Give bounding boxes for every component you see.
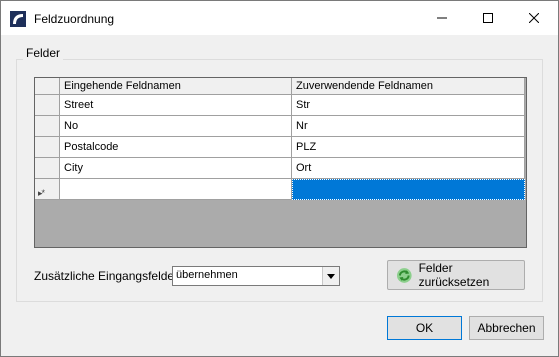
grid-header-row: Eingehende Feldnamen Zuverwendende Feldn…	[35, 78, 525, 95]
window-title: Feldzuordnung	[34, 12, 115, 26]
extra-fields-label: Zusätzliche Eingangsfelder	[34, 269, 179, 283]
table-row[interactable]: Postalcode PLZ	[35, 137, 525, 158]
chevron-down-icon	[327, 273, 335, 279]
field-mapping-grid[interactable]: Eingehende Feldnamen Zuverwendende Feldn…	[34, 77, 527, 248]
new-target-field-cell-selected[interactable]	[292, 179, 525, 200]
fields-group-label: Felder	[23, 46, 64, 60]
close-icon	[529, 13, 539, 23]
maximize-button[interactable]	[465, 1, 511, 35]
new-row[interactable]: ▸*	[35, 179, 525, 200]
table-row[interactable]: No Nr	[35, 116, 525, 137]
close-button[interactable]	[511, 1, 557, 35]
row-header[interactable]	[35, 95, 60, 116]
incoming-field-cell[interactable]: City	[60, 158, 292, 179]
table-row[interactable]: City Ort	[35, 158, 525, 179]
refresh-icon	[396, 267, 412, 283]
app-icon	[10, 11, 26, 27]
incoming-field-cell[interactable]: Street	[60, 95, 292, 116]
dialog-window: Feldzuordnung Felder Eingehende Feldname…	[0, 0, 559, 357]
target-field-cell[interactable]: Nr	[292, 116, 525, 137]
dropdown-button[interactable]	[322, 267, 339, 285]
extra-fields-select[interactable]: übernehmen	[172, 266, 340, 286]
new-row-marker: ▸*	[38, 188, 45, 198]
column-header-incoming[interactable]: Eingehende Feldnamen	[60, 78, 292, 95]
row-header[interactable]	[35, 137, 60, 158]
minimize-icon	[437, 17, 447, 19]
minimize-button[interactable]	[419, 1, 465, 35]
cancel-button[interactable]: Abbrechen	[469, 316, 544, 340]
row-header[interactable]	[35, 116, 60, 137]
reset-fields-label: Felder zurücksetzen	[418, 261, 490, 289]
incoming-field-cell[interactable]: Postalcode	[60, 137, 292, 158]
target-field-cell[interactable]: PLZ	[292, 137, 525, 158]
row-header[interactable]	[35, 158, 60, 179]
reset-fields-button[interactable]: Felder zurücksetzen	[387, 260, 525, 290]
title-bar: Feldzuordnung	[1, 1, 558, 35]
grid-corner-cell[interactable]	[35, 78, 60, 95]
maximize-icon	[483, 13, 493, 23]
ok-button[interactable]: OK	[387, 316, 462, 340]
extra-fields-select-value: übernehmen	[176, 269, 238, 281]
new-row-header[interactable]: ▸*	[35, 179, 60, 200]
table-row[interactable]: Street Str	[35, 95, 525, 116]
target-field-cell[interactable]: Str	[292, 95, 525, 116]
new-incoming-field-cell[interactable]	[60, 179, 292, 200]
target-field-cell[interactable]: Ort	[292, 158, 525, 179]
column-header-target[interactable]: Zuverwendende Feldnamen	[292, 78, 525, 95]
incoming-field-cell[interactable]: No	[60, 116, 292, 137]
